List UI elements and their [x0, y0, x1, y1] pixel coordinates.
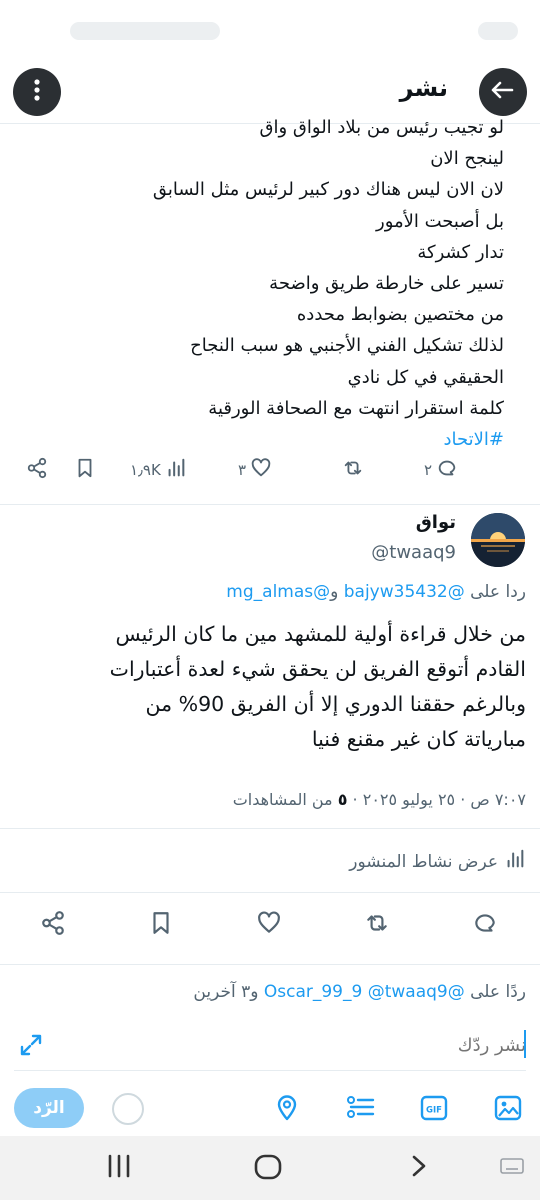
views-count: ٥	[337, 790, 348, 809]
share-button[interactable]	[26, 455, 48, 485]
text-cursor	[524, 1030, 526, 1058]
character-count-ring	[112, 1093, 144, 1125]
tweet-actions	[0, 910, 540, 940]
author-name[interactable]: تواق	[416, 512, 456, 533]
image-icon[interactable]	[494, 1094, 522, 1126]
reply-button[interactable]: ٢	[424, 455, 458, 485]
and-label: و	[330, 582, 344, 602]
like-button[interactable]	[256, 910, 282, 940]
home-icon[interactable]	[254, 1154, 282, 1184]
location-icon[interactable]	[274, 1094, 300, 1126]
poll-icon[interactable]	[346, 1094, 376, 1126]
status-icons-blurred	[70, 22, 220, 40]
views-button[interactable]: ١٫٩K	[130, 455, 187, 485]
mention-link[interactable]: @mg_almas	[226, 582, 330, 602]
post-activity-link[interactable]: عرض نشاط المنشور	[349, 848, 526, 875]
repost-button[interactable]	[342, 455, 364, 485]
divider	[0, 892, 540, 893]
heart-icon	[250, 457, 272, 483]
tweet-text: من خلال قراءة أولية للمشهد مين ما كان ال…	[6, 617, 526, 757]
tweet-meta: ٧:٠٧ ص · ٢٥ يوليو ٢٠٢٥ · ٥ من المشاهدات	[6, 790, 526, 809]
bookmark-icon	[148, 910, 174, 940]
tweet-line: لينجح الان	[430, 148, 504, 170]
divider	[0, 504, 540, 505]
like-count: ٣	[238, 461, 247, 479]
share-icon	[40, 910, 66, 940]
gif-icon[interactable]: GIF	[420, 1094, 448, 1126]
divider	[0, 964, 540, 965]
tweet-line: لذلك تشكيل الفني الأجنبي هو سبب النجاح	[190, 335, 504, 357]
share-button[interactable]	[40, 910, 66, 940]
status-clock-blurred	[478, 22, 518, 40]
mention-link: @twaaq9	[367, 982, 448, 1002]
bookmark-icon	[74, 457, 96, 483]
reply-composer	[14, 1022, 526, 1068]
avatar[interactable]	[471, 513, 525, 567]
repost-button[interactable]	[364, 910, 390, 940]
tweet-line: لو تجيب رئيس من بلاد الواق واق	[259, 117, 504, 138]
divider	[0, 828, 540, 829]
bookmark-button[interactable]	[74, 455, 96, 485]
activity-icon	[504, 848, 526, 875]
replying-to: ردا على @bajyw35432 و@mg_almas	[6, 582, 526, 602]
composer-replying-to[interactable]: ردًا على @Oscar_99_9 @twaaq9 و٣ آخرين	[6, 982, 526, 1002]
tweet-line: تدار كشركة	[417, 241, 504, 263]
more-options-button[interactable]	[13, 68, 61, 116]
mention-link[interactable]: @bajyw35432	[344, 582, 465, 602]
comment-icon	[436, 457, 458, 483]
tweet-line: بل أصبحت الأمور	[376, 210, 504, 232]
timestamp: ٧:٠٧ ص · ٢٥ يوليو ٢٠٢٥ ·	[347, 790, 526, 809]
views-label: من المشاهدات	[232, 790, 338, 809]
svg-text:GIF: GIF	[426, 1106, 442, 1116]
author-handle[interactable]: @twaaq9	[371, 542, 456, 563]
status-bar	[0, 0, 540, 60]
back-nav-icon[interactable]	[408, 1154, 430, 1182]
tweet-line: وبالرغم حققنا الدوري إلا أن الفريق 90% م…	[145, 692, 526, 716]
replying-label: ردًا على	[464, 982, 526, 1002]
tweet-text: لو تجيب رئيس من بلاد الواق واق لينجح الا…	[34, 112, 504, 455]
tweet-line: من مختصين بضوابط محدده	[296, 304, 504, 326]
more-vertical-icon	[27, 78, 47, 106]
tweet-line: كلمة استقرار انتهت مع الصحافة الورقية	[208, 397, 504, 419]
reply-button[interactable]	[472, 910, 498, 940]
composer-underline	[14, 1070, 526, 1071]
hashtag-link[interactable]: #الاتحاد	[34, 424, 504, 455]
system-navigation-bar	[0, 1136, 540, 1200]
tweet-line: الحقيقي في كل نادي	[347, 366, 504, 388]
expand-icon[interactable]	[18, 1032, 44, 1062]
keyboard-icon[interactable]	[500, 1158, 524, 1178]
composer-toolbar: الرّد GIF	[0, 1086, 540, 1130]
chart-bars-icon	[165, 457, 187, 483]
bookmark-button[interactable]	[148, 910, 174, 940]
tweet-line: من خلال قراءة أولية للمشهد مين ما كان ال…	[115, 622, 526, 646]
recent-apps-icon[interactable]	[106, 1154, 132, 1182]
repost-icon	[342, 457, 364, 483]
repost-icon	[364, 910, 390, 940]
reply-input[interactable]	[56, 1022, 526, 1068]
activity-label: عرض نشاط المنشور	[349, 851, 498, 872]
comment-icon	[472, 910, 498, 940]
views-count: ١٫٩K	[130, 461, 161, 479]
tweet-actions: ١٫٩K ٣ ٢	[0, 455, 540, 485]
share-icon	[26, 457, 48, 483]
arrow-back-icon	[490, 77, 516, 107]
submit-reply-button[interactable]: الرّد	[14, 1088, 84, 1128]
tweet-line: القادم أتوقع الفريق لن يحقق شيء لعدة أعت…	[109, 657, 526, 681]
reply-count: ٢	[424, 461, 433, 479]
tweet-line: لان الان ليس هناك دور كبير لرئيس مثل الس…	[152, 179, 504, 201]
tweet-line: تسير على خارطة طريق واضحة	[269, 273, 504, 295]
tweet-line: مبارياتة كان غير مقنع فنيا	[311, 727, 526, 751]
page-title: نشر	[399, 74, 448, 102]
heart-icon	[256, 910, 282, 940]
back-button[interactable]	[479, 68, 527, 116]
replying-to-label: ردا على	[464, 582, 526, 602]
others-label: و٣ آخرين	[193, 982, 264, 1002]
like-button[interactable]: ٣	[238, 455, 272, 485]
